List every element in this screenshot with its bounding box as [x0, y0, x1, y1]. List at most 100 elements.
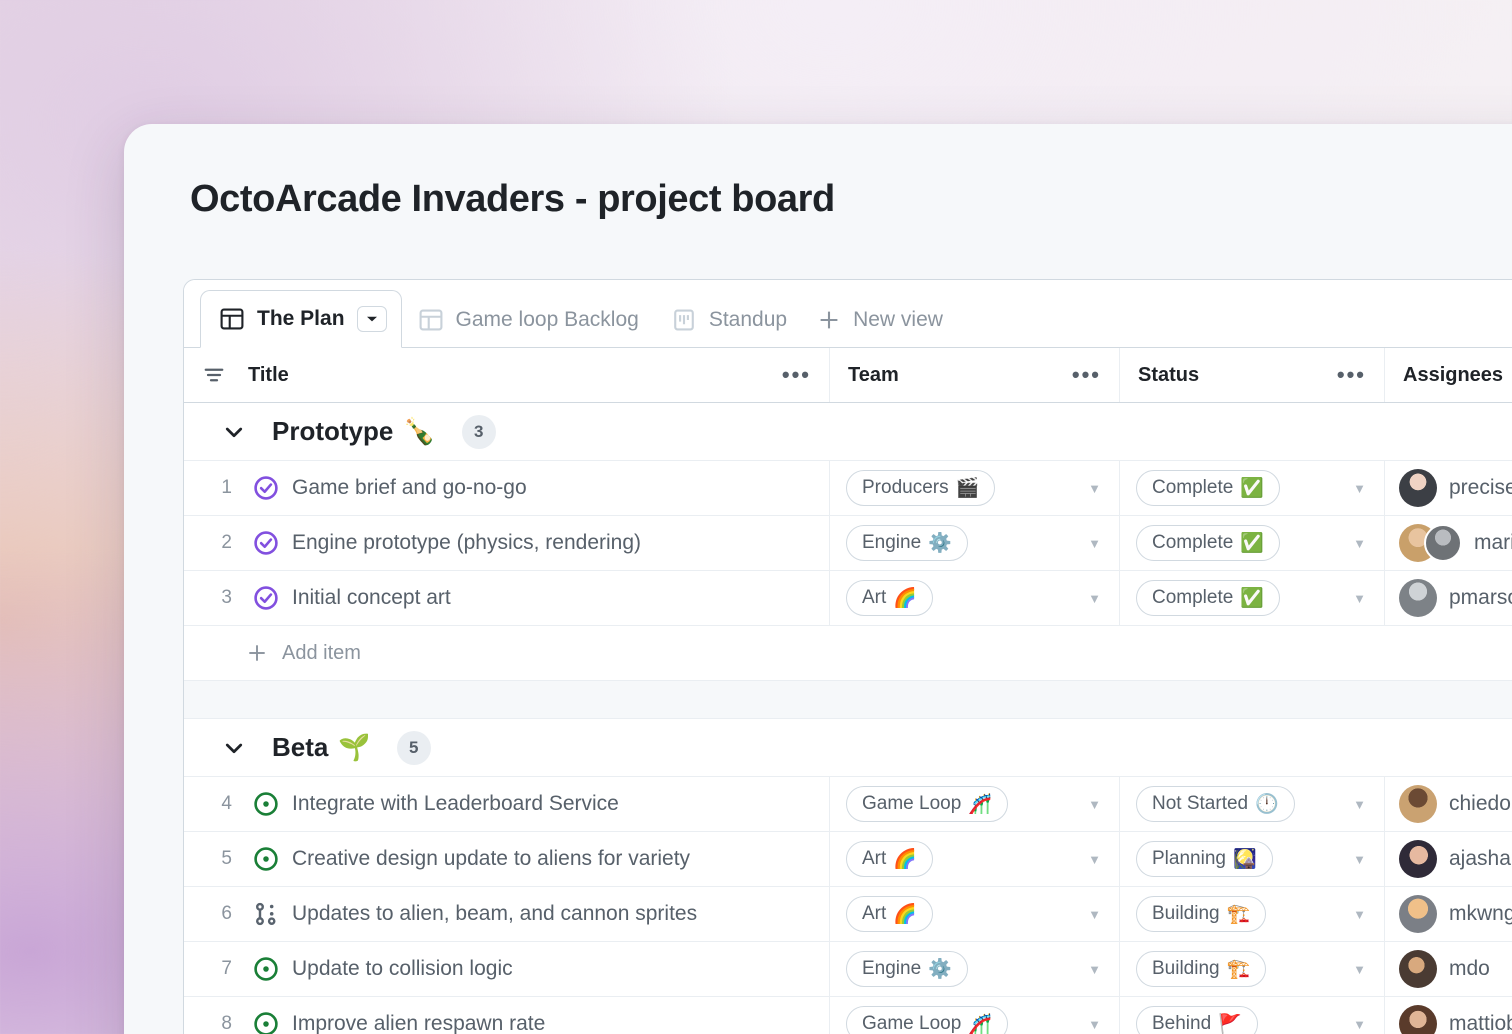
team-dropdown-caret[interactable]: ▼ — [1088, 908, 1101, 921]
status-emoji: 🕛 — [1255, 794, 1279, 815]
table-row[interactable]: 7 Update to collision logic Engine ⚙️ ▼ — [184, 942, 1512, 997]
status-dropdown-caret[interactable]: ▼ — [1353, 1018, 1366, 1031]
chevron-down-icon[interactable] — [222, 420, 246, 444]
tab-the-plan[interactable]: The Plan — [200, 290, 402, 348]
page-title: OctoArcade Invaders - project board — [190, 178, 835, 220]
status-emoji: ✅ — [1240, 588, 1264, 609]
team-chip[interactable]: Art 🌈 — [846, 896, 933, 932]
new-view-button[interactable]: New view — [803, 293, 957, 347]
column-header-title[interactable]: Title ••• — [184, 348, 830, 402]
team-label: Engine — [862, 532, 922, 553]
column-header-status[interactable]: Status ••• — [1120, 348, 1385, 402]
team-chip[interactable]: Game Loop 🎢 — [846, 786, 1008, 822]
status-dropdown-caret[interactable]: ▼ — [1353, 908, 1366, 921]
table-row[interactable]: 3 Initial concept art Art 🌈 ▼ Complete ✅… — [184, 571, 1512, 626]
status-chip[interactable]: Complete ✅ — [1136, 470, 1280, 506]
avatar-group[interactable] — [1399, 950, 1437, 988]
status-dropdown-caret[interactable]: ▼ — [1353, 482, 1366, 495]
group-title-text: Prototype — [272, 416, 394, 446]
team-dropdown-caret[interactable]: ▼ — [1088, 592, 1101, 605]
table-row[interactable]: 2 Engine prototype (physics, rendering) … — [184, 516, 1512, 571]
status-chip[interactable]: Building 🏗️ — [1136, 896, 1267, 932]
group-count-badge: 5 — [396, 730, 431, 765]
assignee-name: precise — [1449, 476, 1512, 499]
team-chip[interactable]: Art 🌈 — [846, 841, 933, 877]
status-dropdown-caret[interactable]: ▼ — [1353, 853, 1366, 866]
status-dropdown-caret[interactable]: ▼ — [1353, 798, 1366, 811]
group-header-beta[interactable]: Beta 🌱 5 — [184, 719, 1512, 777]
tab-game-loop-backlog[interactable]: Game loop Backlog — [402, 293, 655, 347]
issue-open-icon — [246, 846, 286, 872]
table-row[interactable]: 4 Integrate with Leaderboard Service Gam… — [184, 777, 1512, 832]
team-dropdown-caret[interactable]: ▼ — [1088, 482, 1101, 495]
status-chip[interactable]: Complete ✅ — [1136, 580, 1280, 616]
item-title[interactable]: Updates to alien, beam, and cannon sprit… — [286, 902, 697, 926]
row-number: 6 — [221, 903, 232, 924]
group-header-prototype[interactable]: Prototype 🍾 3 — [184, 403, 1512, 461]
column-menu-status[interactable]: ••• — [1337, 364, 1366, 386]
table-row[interactable]: 8 Improve alien respawn rate Game Loop 🎢… — [184, 997, 1512, 1034]
team-dropdown-caret[interactable]: ▼ — [1088, 853, 1101, 866]
team-label: Producers — [862, 477, 949, 498]
status-dropdown-caret[interactable]: ▼ — [1353, 592, 1366, 605]
avatar-group[interactable] — [1399, 524, 1462, 562]
column-menu-title[interactable]: ••• — [782, 364, 811, 386]
status-chip[interactable]: Building 🏗️ — [1136, 951, 1267, 987]
avatar-group[interactable] — [1399, 895, 1437, 933]
row-number: 5 — [221, 848, 232, 869]
status-label: Complete — [1152, 477, 1234, 498]
status-dropdown-caret[interactable]: ▼ — [1353, 963, 1366, 976]
pull-request-draft-icon — [246, 901, 286, 927]
board-view-icon — [671, 307, 697, 333]
status-chip[interactable]: Not Started 🕛 — [1136, 786, 1295, 822]
team-dropdown-caret[interactable]: ▼ — [1088, 537, 1101, 550]
team-chip[interactable]: Art 🌈 — [846, 580, 933, 616]
item-title[interactable]: Creative design update to aliens for var… — [286, 847, 690, 871]
assignee-name: mari — [1474, 531, 1512, 554]
add-item-button[interactable]: Add item — [184, 626, 1512, 681]
column-header-assignees[interactable]: Assignees — [1385, 348, 1512, 402]
item-title[interactable]: Engine prototype (physics, rendering) — [286, 531, 641, 555]
status-label: Behind — [1152, 1013, 1212, 1034]
item-title[interactable]: Improve alien respawn rate — [286, 1012, 545, 1034]
filter-icon[interactable] — [202, 363, 226, 387]
tab-standup[interactable]: Standup — [655, 293, 803, 347]
column-header-row: Title ••• Team ••• Status ••• Assignees — [184, 348, 1512, 403]
item-title[interactable]: Game brief and go-no-go — [286, 476, 527, 500]
status-dropdown-caret[interactable]: ▼ — [1353, 537, 1366, 550]
item-title[interactable]: Integrate with Leaderboard Service — [286, 792, 619, 816]
team-emoji: 🎬 — [955, 478, 980, 499]
status-chip[interactable]: Behind 🚩 — [1136, 1006, 1258, 1034]
chevron-down-icon[interactable] — [222, 736, 246, 760]
avatar-group[interactable] — [1399, 469, 1437, 507]
status-chip[interactable]: Planning 🎑 — [1136, 841, 1273, 877]
team-chip[interactable]: Producers 🎬 — [846, 470, 996, 506]
avatar-group[interactable] — [1399, 579, 1437, 617]
assignee-name: pmarso — [1449, 586, 1512, 609]
team-chip[interactable]: Game Loop 🎢 — [846, 1006, 1008, 1034]
avatar-group[interactable] — [1399, 785, 1437, 823]
table-row[interactable]: 5 Creative design update to aliens for v… — [184, 832, 1512, 887]
status-chip[interactable]: Complete ✅ — [1136, 525, 1280, 561]
tab-dropdown-button[interactable] — [356, 306, 387, 332]
avatar-group[interactable] — [1399, 840, 1437, 878]
table-row[interactable]: 6 Updates to alien, beam, and cannon spr… — [184, 887, 1512, 942]
item-title[interactable]: Update to collision logic — [286, 957, 513, 981]
team-dropdown-caret[interactable]: ▼ — [1088, 798, 1101, 811]
avatar-group[interactable] — [1399, 1005, 1437, 1034]
column-menu-team[interactable]: ••• — [1072, 364, 1101, 386]
team-label: Art — [862, 587, 887, 608]
team-chip[interactable]: Engine ⚙️ — [846, 951, 968, 987]
team-dropdown-caret[interactable]: ▼ — [1088, 1018, 1101, 1031]
group-title: Prototype 🍾 — [272, 416, 436, 447]
team-label: Engine — [862, 958, 922, 979]
issue-closed-icon — [246, 585, 286, 611]
item-title[interactable]: Initial concept art — [286, 586, 451, 610]
team-dropdown-caret[interactable]: ▼ — [1088, 963, 1101, 976]
team-chip[interactable]: Engine ⚙️ — [846, 525, 968, 561]
view-tab-bar: The Plan Game loop Backlog Standup New v… — [184, 280, 1512, 348]
issue-closed-icon — [246, 475, 286, 501]
table-row[interactable]: 1 Game brief and go-no-go Producers 🎬 ▼ — [184, 461, 1512, 516]
column-header-team[interactable]: Team ••• — [830, 348, 1120, 402]
avatar — [1399, 469, 1437, 507]
